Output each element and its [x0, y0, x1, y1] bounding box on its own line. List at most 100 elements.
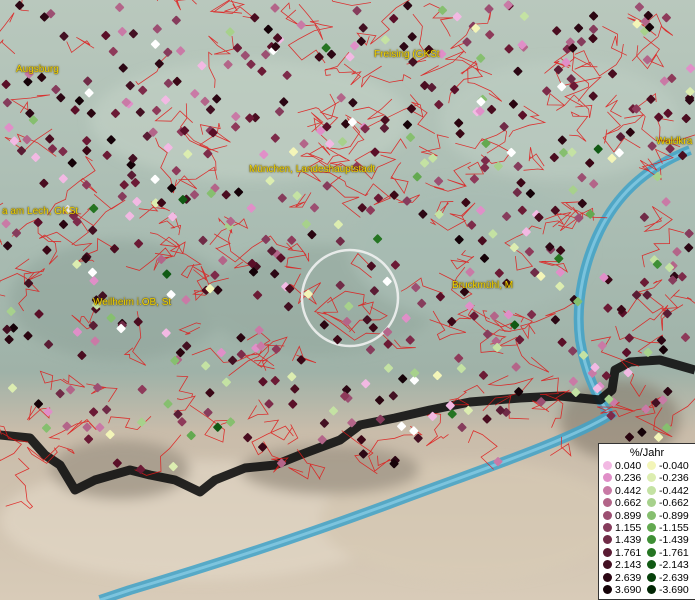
data-point-marker[interactable]	[379, 123, 389, 133]
data-point-marker[interactable]	[245, 113, 255, 123]
data-point-marker[interactable]	[161, 95, 171, 105]
data-point-marker[interactable]	[483, 329, 493, 339]
data-point-marker[interactable]	[190, 89, 200, 99]
data-point-marker[interactable]	[550, 315, 560, 325]
data-point-marker[interactable]	[171, 15, 181, 25]
data-point-marker[interactable]	[16, 146, 27, 156]
data-point-marker[interactable]	[163, 143, 173, 153]
data-point-marker[interactable]	[221, 190, 231, 200]
data-point-marker[interactable]	[33, 399, 44, 409]
data-point-marker[interactable]	[112, 458, 122, 468]
data-point-marker[interactable]	[524, 247, 534, 257]
data-point-marker[interactable]	[492, 342, 502, 353]
data-point-marker[interactable]	[225, 27, 235, 37]
data-point-marker[interactable]	[132, 197, 142, 207]
data-point-marker[interactable]	[106, 313, 116, 323]
data-point-marker[interactable]	[223, 60, 233, 70]
data-point-marker[interactable]	[172, 76, 182, 86]
data-point-marker[interactable]	[477, 236, 487, 246]
data-point-marker[interactable]	[47, 144, 58, 154]
data-point-marker[interactable]	[577, 198, 587, 209]
data-point-marker[interactable]	[133, 317, 143, 327]
data-point-marker[interactable]	[476, 53, 486, 63]
data-point-marker[interactable]	[154, 59, 164, 69]
data-point-marker[interactable]	[454, 353, 464, 363]
data-point-marker[interactable]	[106, 135, 116, 145]
data-point-marker[interactable]	[397, 421, 407, 431]
data-point-marker[interactable]	[639, 212, 649, 222]
data-point-marker[interactable]	[234, 187, 244, 197]
data-point-marker[interactable]	[105, 429, 115, 440]
data-point-marker[interactable]	[292, 191, 302, 201]
data-point-marker[interactable]	[167, 183, 177, 193]
data-point-marker[interactable]	[2, 324, 12, 334]
data-point-marker[interactable]	[226, 417, 236, 427]
data-point-marker[interactable]	[488, 229, 498, 239]
data-point-marker[interactable]	[314, 52, 324, 62]
data-point-marker[interactable]	[231, 122, 241, 132]
data-point-marker[interactable]	[138, 85, 148, 95]
data-point-marker[interactable]	[70, 105, 80, 115]
data-point-marker[interactable]	[45, 134, 55, 144]
data-point-marker[interactable]	[402, 120, 413, 130]
data-point-marker[interactable]	[152, 105, 162, 116]
data-point-marker[interactable]	[261, 234, 271, 244]
data-point-marker[interactable]	[228, 355, 238, 365]
data-point-marker[interactable]	[508, 99, 518, 109]
data-point-marker[interactable]	[465, 267, 475, 277]
data-point-marker[interactable]	[322, 181, 332, 191]
data-point-marker[interactable]	[389, 190, 399, 200]
data-point-marker[interactable]	[301, 219, 311, 229]
data-point-marker[interactable]	[88, 320, 98, 331]
data-point-marker[interactable]	[362, 315, 372, 325]
data-point-marker[interactable]	[662, 309, 672, 319]
data-point-marker[interactable]	[632, 290, 642, 300]
data-point-marker[interactable]	[502, 211, 512, 221]
data-point-marker[interactable]	[125, 211, 135, 221]
data-point-marker[interactable]	[356, 435, 366, 445]
data-point-marker[interactable]	[186, 430, 196, 441]
data-point-marker[interactable]	[574, 23, 584, 33]
data-point-marker[interactable]	[571, 387, 581, 397]
data-point-marker[interactable]	[588, 91, 598, 101]
data-point-marker[interactable]	[108, 46, 118, 57]
data-point-marker[interactable]	[3, 241, 13, 251]
data-point-marker[interactable]	[465, 301, 475, 311]
data-point-marker[interactable]	[101, 30, 111, 41]
data-point-marker[interactable]	[642, 55, 652, 65]
data-point-marker[interactable]	[454, 118, 464, 128]
data-point-marker[interactable]	[358, 23, 368, 33]
data-point-marker[interactable]	[434, 100, 444, 110]
data-point-marker[interactable]	[216, 348, 226, 358]
data-point-marker[interactable]	[521, 227, 531, 237]
data-point-marker[interactable]	[624, 333, 634, 343]
data-point-marker[interactable]	[58, 219, 69, 229]
data-point-marker[interactable]	[447, 317, 457, 327]
data-point-marker[interactable]	[661, 197, 671, 207]
data-point-marker[interactable]	[373, 234, 383, 244]
data-point-marker[interactable]	[168, 212, 178, 222]
data-point-marker[interactable]	[189, 190, 200, 200]
data-point-marker[interactable]	[84, 434, 94, 444]
data-point-marker[interactable]	[420, 158, 430, 168]
data-point-marker[interactable]	[1, 219, 11, 229]
data-point-marker[interactable]	[456, 363, 466, 374]
data-point-marker[interactable]	[622, 347, 632, 358]
data-point-marker[interactable]	[203, 407, 213, 418]
data-point-marker[interactable]	[74, 96, 84, 106]
data-point-marker[interactable]	[642, 290, 652, 300]
data-point-marker[interactable]	[257, 66, 267, 76]
data-point-marker[interactable]	[555, 267, 565, 277]
data-point-marker[interactable]	[634, 2, 644, 12]
data-point-marker[interactable]	[504, 44, 514, 54]
data-point-marker[interactable]	[677, 272, 687, 282]
data-point-marker[interactable]	[402, 196, 412, 206]
data-point-marker[interactable]	[263, 24, 273, 34]
data-point-marker[interactable]	[328, 406, 339, 416]
data-point-marker[interactable]	[43, 407, 53, 417]
data-point-marker[interactable]	[616, 132, 626, 142]
data-point-marker[interactable]	[577, 173, 587, 183]
data-point-marker[interactable]	[489, 311, 499, 321]
data-point-marker[interactable]	[418, 209, 428, 219]
data-point-marker[interactable]	[319, 320, 329, 330]
